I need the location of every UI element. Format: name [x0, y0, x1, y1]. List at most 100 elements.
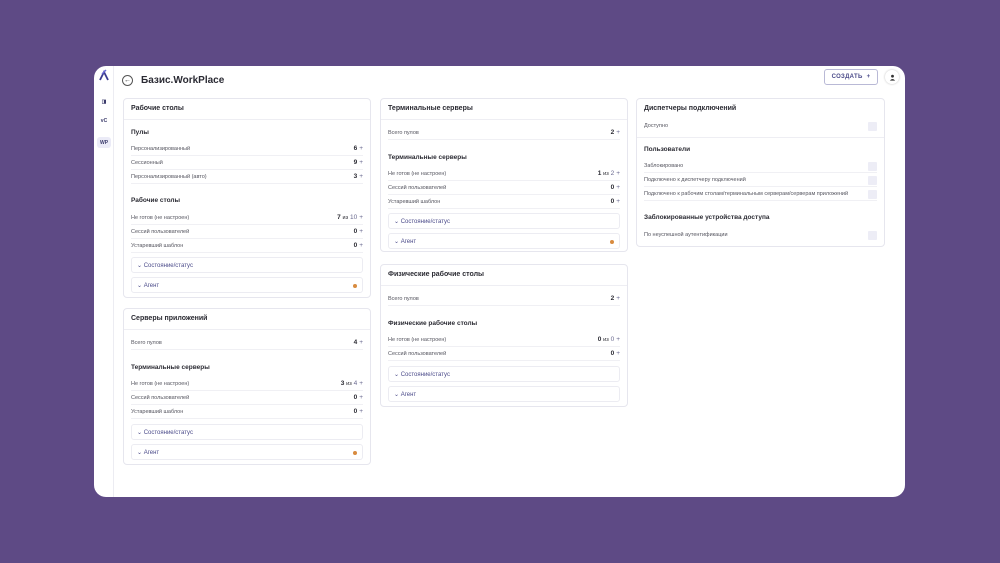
- user-icon: [889, 74, 895, 81]
- value-number: 6: [353, 145, 358, 152]
- brokers-card: Диспетчеры подключений Доступно Пользова…: [636, 98, 885, 247]
- status-expander[interactable]: ⌄ Состояние/статус: [388, 366, 620, 382]
- divider: [381, 119, 627, 120]
- value-number: 9: [353, 159, 358, 166]
- value-sep: из: [603, 171, 609, 177]
- stat-row: Устаревший шаблон 0 +: [388, 196, 620, 209]
- agent-status-dot: [610, 240, 614, 244]
- expander-text: Агент: [143, 283, 160, 289]
- plus-icon[interactable]: +: [616, 129, 620, 136]
- row-label: Устаревший шаблон: [131, 243, 184, 249]
- user-menu-button[interactable]: [885, 70, 899, 84]
- stat-row: Всего пулов 2 +: [388, 293, 620, 306]
- expander-label: ⌄ Агент: [137, 449, 159, 456]
- stat-row: Всего пулов 2 +: [388, 127, 620, 140]
- back-button[interactable]: ←: [122, 75, 133, 86]
- value-number: 0: [610, 350, 615, 357]
- agent-expander[interactable]: ⌄ Агент: [388, 386, 620, 402]
- row-value: 0 +: [354, 228, 363, 235]
- agent-status-dot: [353, 451, 357, 455]
- chevron-down-icon: ⌄: [137, 430, 143, 436]
- value-number: 4: [353, 339, 358, 346]
- value-number: 0: [353, 394, 358, 401]
- agent-expander[interactable]: ⌄ Агент: [131, 277, 363, 293]
- row-label: Сессий пользователей: [388, 185, 447, 191]
- plus-icon[interactable]: +: [616, 295, 620, 302]
- plus-icon[interactable]: +: [359, 214, 363, 221]
- plus-icon[interactable]: +: [616, 184, 620, 191]
- status-expander[interactable]: ⌄ Состояние/статус: [131, 257, 363, 273]
- card-title: Диспетчеры подключений: [644, 105, 737, 112]
- stat-row: Не готов (не настроен) 7 из 10 +: [131, 212, 363, 225]
- value-number: 3: [353, 173, 358, 180]
- plus-icon[interactable]: +: [359, 242, 363, 249]
- value-number: 1: [597, 170, 602, 177]
- stat-row: Подключено к диспетчеру подключений: [644, 174, 877, 187]
- plus-icon[interactable]: +: [359, 159, 363, 166]
- stat-row: Не готов (не настроен) 1 из 2 +: [388, 168, 620, 181]
- row-label: Всего пулов: [388, 130, 419, 136]
- row-value: 0 из 0 +: [598, 336, 620, 343]
- divider: [124, 119, 370, 120]
- plus-icon[interactable]: +: [616, 198, 620, 205]
- row-value: 4 +: [354, 339, 363, 346]
- section-title-desktops: Рабочие столы: [131, 197, 181, 204]
- create-button[interactable]: СОЗДАТЬ +: [824, 69, 878, 85]
- desktops-card: Рабочие столы Пулы Персонализированный 6 +…: [123, 98, 371, 298]
- divider: [124, 329, 370, 330]
- value-sep: из: [346, 381, 352, 387]
- status-expander[interactable]: ⌄ Состояние/статус: [131, 424, 363, 440]
- row-value: 3 +: [354, 173, 363, 180]
- section-title-pools: Пулы: [131, 129, 149, 136]
- plus-icon[interactable]: +: [359, 339, 363, 346]
- row-value: 0 +: [611, 198, 620, 205]
- row-label: Сессий пользователей: [388, 351, 447, 357]
- stat-row: Сессий пользователей 0 +: [131, 226, 363, 239]
- expander-text: Агент: [400, 392, 417, 398]
- plus-icon: +: [866, 74, 871, 80]
- create-label: СОЗДАТЬ: [831, 74, 863, 80]
- value-placeholder: [868, 162, 877, 171]
- plus-icon[interactable]: +: [616, 170, 620, 177]
- plus-icon[interactable]: +: [616, 336, 620, 343]
- plus-icon[interactable]: +: [359, 173, 363, 180]
- plus-icon[interactable]: +: [359, 394, 363, 401]
- sidebar-item-panel[interactable]: ◨: [97, 96, 111, 107]
- plus-icon[interactable]: +: [616, 350, 620, 357]
- value-number: 0: [353, 228, 358, 235]
- row-label: Сессий пользователей: [131, 395, 190, 401]
- agent-expander[interactable]: ⌄ Агент: [131, 444, 363, 460]
- expander-label: ⌄ Агент: [394, 238, 416, 245]
- value-number: 2: [610, 129, 615, 136]
- stat-row: Персонализированный 6 +: [131, 143, 363, 156]
- physical-desktops-card: Физические рабочие столы Всего пулов 2 + Ф…: [380, 264, 628, 407]
- row-label: Всего пулов: [131, 340, 162, 346]
- value-number: 0: [353, 242, 358, 249]
- row-value: 2 +: [611, 129, 620, 136]
- stat-row: Персонализированный (авто) 3 +: [131, 171, 363, 184]
- plus-icon[interactable]: +: [359, 228, 363, 235]
- row-value: 0 +: [611, 184, 620, 191]
- stat-row: Сессий пользователей 0 +: [388, 182, 620, 195]
- chevron-down-icon: ⌄: [137, 450, 143, 456]
- row-label: Персонализированный (авто): [131, 174, 207, 180]
- card-title: Рабочие столы: [131, 105, 184, 112]
- section-title-users: Пользователи: [644, 146, 691, 153]
- agent-expander[interactable]: ⌄ Агент: [388, 233, 620, 249]
- expander-label: ⌄ Состояние/статус: [394, 218, 450, 225]
- row-value: 9 +: [354, 159, 363, 166]
- row-label: Всего пулов: [388, 296, 419, 302]
- plus-icon[interactable]: +: [359, 408, 363, 415]
- stat-row: Сессий пользователей 0 +: [388, 348, 620, 361]
- expander-label: ⌄ Состояние/статус: [137, 262, 193, 269]
- sidebar-item-vc[interactable]: vC: [97, 115, 111, 126]
- plus-icon[interactable]: +: [359, 145, 363, 152]
- card-title: Физические рабочие столы: [388, 271, 485, 278]
- value-placeholder: [868, 190, 877, 199]
- value-number: 0: [353, 408, 358, 415]
- value-number: 0: [610, 184, 615, 191]
- plus-icon[interactable]: +: [359, 380, 363, 387]
- status-expander[interactable]: ⌄ Состояние/статус: [388, 213, 620, 229]
- sidebar-item-wp[interactable]: WP: [97, 137, 111, 148]
- row-value: 6 +: [354, 145, 363, 152]
